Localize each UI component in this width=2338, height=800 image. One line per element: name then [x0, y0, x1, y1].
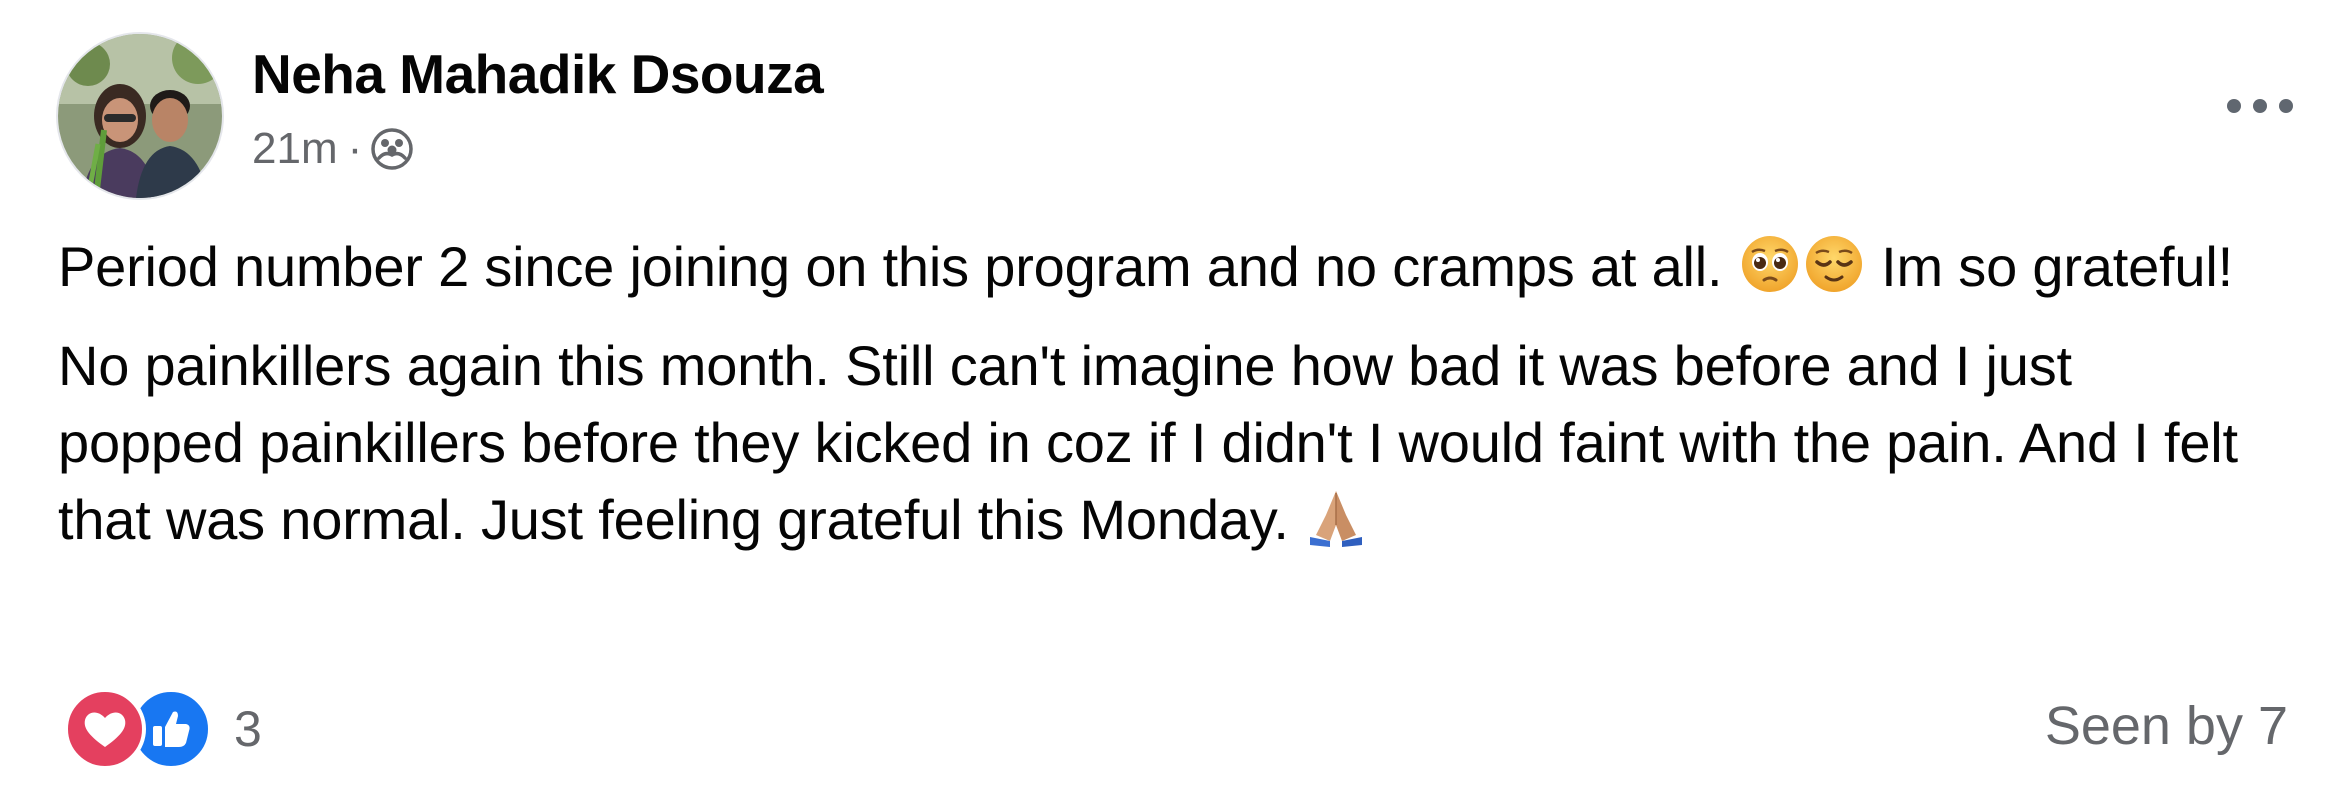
author-name[interactable]: Neha Mahadik Dsouza — [252, 42, 824, 106]
post-timestamp[interactable]: 21m — [252, 124, 338, 174]
more-options-icon[interactable] — [2220, 86, 2300, 126]
post-text-1b: Im so grateful! — [1881, 235, 2233, 298]
reaction-count[interactable]: 3 — [234, 700, 262, 758]
love-reaction-icon — [64, 688, 146, 770]
group-audience-icon[interactable] — [370, 127, 414, 171]
post-paragraph-1: Period number 2 since joining on this pr… — [58, 228, 2258, 305]
post-paragraph-2: No painkillers again this month. Still c… — [58, 327, 2258, 558]
group-post: Neha Mahadik Dsouza 21m · Period number … — [0, 0, 2338, 800]
seen-by-count[interactable]: Seen by 7 — [2045, 695, 2288, 757]
post-content: Period number 2 since joining on this pr… — [58, 228, 2258, 558]
post-text-2: No painkillers again this month. Still c… — [58, 334, 2238, 551]
author-avatar[interactable] — [58, 34, 222, 198]
relieved-face-emoji — [1802, 232, 1866, 296]
folded-hands-emoji — [1304, 485, 1368, 549]
post-meta: 21m · — [252, 124, 414, 174]
pleading-face-emoji — [1738, 232, 1802, 296]
meta-separator: · — [347, 124, 363, 173]
post-text-1a: Period number 2 since joining on this pr… — [58, 235, 1723, 298]
reactions-summary[interactable]: 3 — [64, 688, 262, 770]
